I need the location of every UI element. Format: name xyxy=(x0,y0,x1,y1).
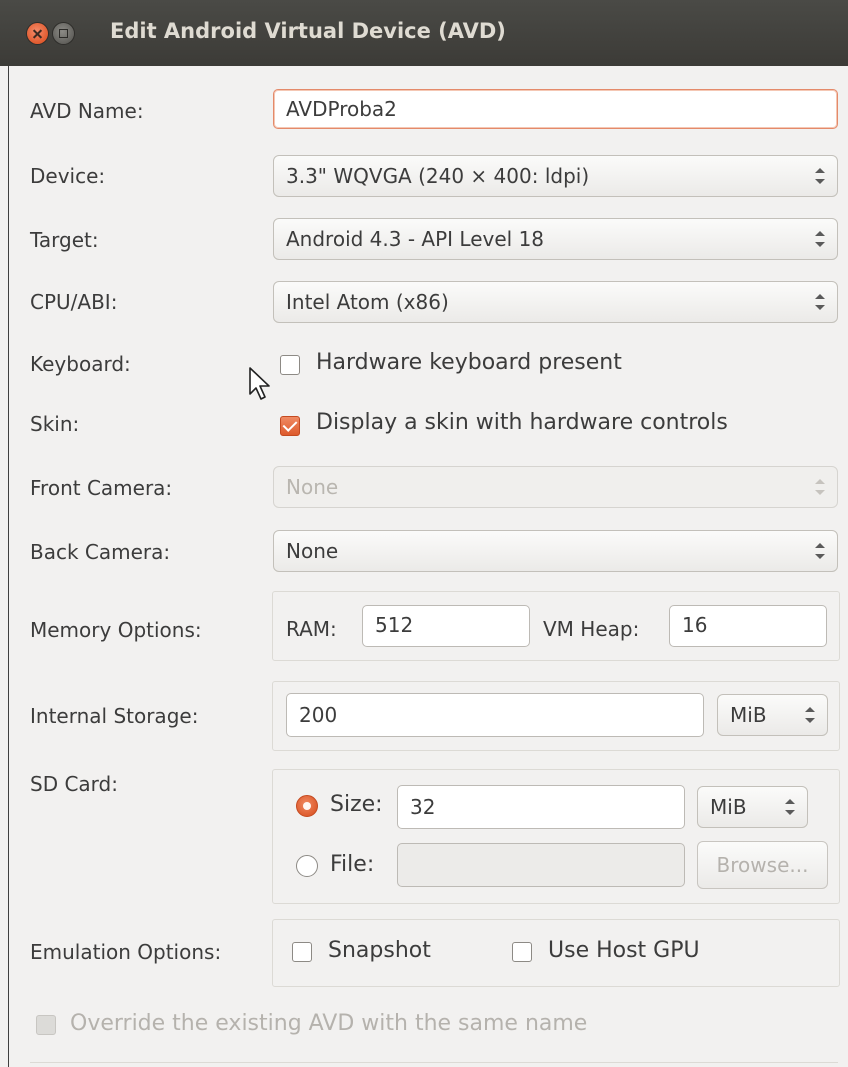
ram-label: RAM: xyxy=(286,617,337,641)
front-camera-select-value: None xyxy=(286,475,339,499)
window-left-border xyxy=(8,66,9,1067)
front-camera-label: Front Camera: xyxy=(30,476,173,500)
front-camera-select: None xyxy=(273,466,838,508)
keyboard-label: Keyboard: xyxy=(30,352,131,376)
updown-arrows-icon xyxy=(815,294,825,310)
use-host-gpu-option[interactable]: Use Host GPU xyxy=(548,938,700,963)
maximize-window-icon[interactable] xyxy=(53,23,74,44)
hardware-keyboard-checkbox[interactable] xyxy=(280,355,300,375)
back-camera-select-value: None xyxy=(286,539,339,563)
updown-arrows-icon xyxy=(815,231,825,247)
memory-options-label: Memory Options: xyxy=(30,618,202,642)
override-existing-checkbox xyxy=(36,1015,56,1035)
updown-arrows-icon xyxy=(785,799,795,815)
cpu-abi-label: CPU/ABI: xyxy=(30,290,118,314)
snapshot-option[interactable]: Snapshot xyxy=(328,938,431,963)
title-bar: Edit Android Virtual Device (AVD) xyxy=(0,0,848,66)
close-window-icon[interactable] xyxy=(27,23,48,44)
target-select-value: Android 4.3 - API Level 18 xyxy=(286,227,545,251)
snapshot-checkbox[interactable] xyxy=(292,942,312,962)
back-camera-select[interactable]: None xyxy=(273,530,838,572)
sd-size-label[interactable]: Size: xyxy=(330,792,383,817)
vm-heap-label: VM Heap: xyxy=(543,617,640,641)
override-existing-option: Override the existing AVD with the same … xyxy=(70,1011,588,1036)
target-select[interactable]: Android 4.3 - API Level 18 xyxy=(273,218,838,260)
sd-size-unit-value: MiB xyxy=(710,795,747,819)
skin-checkbox[interactable] xyxy=(280,416,300,436)
avd-name-label: AVD Name: xyxy=(30,99,144,123)
updown-arrows-icon xyxy=(815,543,825,559)
back-camera-label: Back Camera: xyxy=(30,540,171,564)
target-label: Target: xyxy=(30,228,99,252)
sd-file-label[interactable]: File: xyxy=(330,852,374,877)
sd-file-input xyxy=(397,843,685,887)
mouse-pointer-icon xyxy=(249,367,270,400)
use-host-gpu-checkbox[interactable] xyxy=(512,942,532,962)
emulation-options-label: Emulation Options: xyxy=(30,940,222,964)
internal-storage-unit-value: MiB xyxy=(730,703,767,727)
skin-option[interactable]: Display a skin with hardware controls xyxy=(316,410,728,435)
internal-storage-input[interactable]: 200 xyxy=(286,693,704,737)
device-label: Device: xyxy=(30,164,106,188)
updown-arrows-icon xyxy=(815,168,825,184)
hardware-keyboard-option[interactable]: Hardware keyboard present xyxy=(316,350,622,375)
internal-storage-unit-select[interactable]: MiB xyxy=(717,694,828,736)
sd-size-radio[interactable] xyxy=(296,795,318,817)
skin-label: Skin: xyxy=(30,412,80,436)
updown-arrows-icon xyxy=(805,707,815,723)
browse-button: Browse... xyxy=(697,841,828,889)
cpu-abi-select[interactable]: Intel Atom (x86) xyxy=(273,281,838,323)
avd-name-input[interactable]: AVDProba2 xyxy=(273,89,838,129)
device-select-value: 3.3" WQVGA (240 × 400: ldpi) xyxy=(286,164,590,188)
window-title: Edit Android Virtual Device (AVD) xyxy=(110,19,506,43)
sd-card-label: SD Card: xyxy=(30,772,118,796)
separator xyxy=(30,1062,838,1063)
sd-size-input[interactable]: 32 xyxy=(397,785,685,829)
device-select[interactable]: 3.3" WQVGA (240 × 400: ldpi) xyxy=(273,155,838,197)
ram-input[interactable]: 512 xyxy=(362,605,530,647)
cpu-abi-select-value: Intel Atom (x86) xyxy=(286,290,449,314)
sd-file-radio[interactable] xyxy=(296,855,318,877)
vm-heap-input[interactable]: 16 xyxy=(669,605,827,647)
internal-storage-label: Internal Storage: xyxy=(30,704,199,728)
updown-arrows-icon xyxy=(815,479,825,495)
sd-size-unit-select[interactable]: MiB xyxy=(697,786,808,828)
